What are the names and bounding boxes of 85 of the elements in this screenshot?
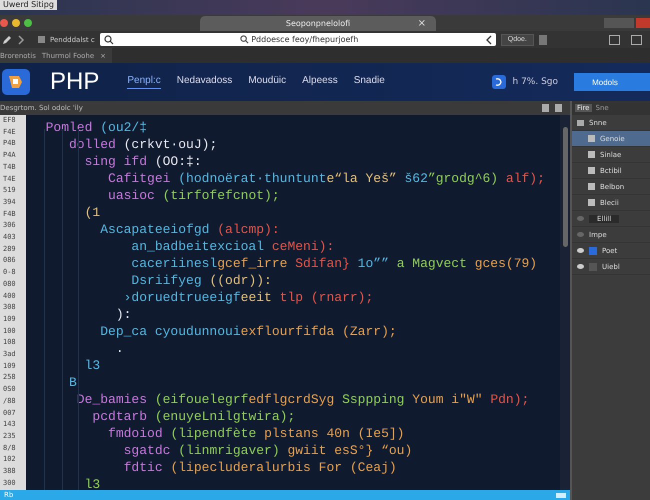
code-token: (hodnoërat·thuntunt [178, 170, 326, 186]
code-token: gcef_irre [217, 256, 288, 270]
code-token: Youm i"W" [412, 392, 484, 406]
search-icon [104, 34, 114, 44]
code-token: (lipendfète [170, 426, 258, 440]
code-token: e“la Yeš” [326, 170, 398, 186]
code-token: dolled [68, 136, 117, 152]
address-field[interactable]: Pddoesce feoy/fhepurjoefh [100, 33, 496, 46]
code-token: pcdtarb [91, 408, 148, 424]
code-token: Pdn); [490, 392, 530, 406]
code-token: sing ifd [84, 154, 148, 168]
code-token: For (Ceaj) [318, 460, 397, 474]
code-token: Cafitgei [107, 170, 172, 186]
code-token: 1o”” [358, 256, 390, 270]
code-token: š62 [404, 170, 428, 186]
nav-link[interactable]: Alpeess [302, 75, 338, 89]
scroll-thumb[interactable] [562, 127, 568, 247]
pencil-icon[interactable] [2, 34, 12, 44]
code-token: (crkvt·ouJ); [124, 136, 218, 152]
nav-link[interactable]: Nedavadoss [176, 75, 232, 89]
close-light-icon[interactable] [0, 19, 8, 27]
code-token: ((odr)): [209, 272, 272, 288]
code-token: ”grodg^6) [428, 170, 500, 186]
code-token: cyoudunnoui [154, 324, 241, 338]
code-token: (enuyeLnilgtwira); [154, 408, 296, 424]
code-token: . [114, 340, 124, 356]
code-token: Ssppping [342, 392, 406, 406]
code-token: caceriinesl [130, 256, 218, 270]
code-token: sgatdc [122, 442, 172, 458]
forward-icon[interactable] [17, 34, 25, 44]
logo-icon[interactable] [0, 67, 32, 97]
code-token: l3 [84, 476, 100, 492]
code-token: (ou2/‡ [100, 120, 148, 134]
code-token: (1 [84, 204, 100, 220]
nav-link[interactable]: Snadie [354, 75, 385, 89]
code-token: (linmrigaver) [178, 442, 281, 458]
code-token: Ascapateeiofgd [99, 222, 210, 236]
code-token: (OO:‡: [154, 154, 202, 168]
toolbar-square-icon[interactable] [538, 34, 547, 44]
code-token: Pomled [44, 120, 94, 134]
code-token: an_badbeitexcioal [130, 238, 266, 254]
code-token: gwiit esS°} “ou) [287, 442, 412, 458]
chat-icon[interactable] [490, 74, 506, 90]
code-token: ›doruedtrueeigf [122, 290, 241, 304]
code-token: l3 [84, 358, 100, 372]
code-token: tlp (rnarr); [280, 290, 374, 304]
address-text: Pddoesce feoy/fhepurjoefh [251, 35, 358, 44]
site-logo[interactable]: PHP [50, 68, 100, 96]
code-token: Dsriifyeg [130, 272, 203, 288]
code-token: uasioc [107, 188, 156, 202]
code-token: fmdoiod [107, 426, 164, 440]
code-token: (alcmp): [217, 222, 280, 236]
folder-icon [577, 120, 584, 126]
back-icon[interactable] [484, 34, 492, 44]
code-token: a Magvect [396, 256, 468, 270]
code-token: ceMeni): [272, 238, 334, 254]
eye-icon[interactable] [577, 264, 584, 269]
header-button[interactable]: Modols [574, 73, 636, 91]
code-token: (tirfofefcnot); [162, 188, 280, 202]
close-icon[interactable]: × [418, 18, 426, 30]
search-icon [240, 35, 250, 44]
code-token: gces(79) [474, 256, 538, 270]
status-icon [556, 492, 566, 498]
browser-tab[interactable]: Seoponpnelolofi × [200, 16, 436, 31]
code-token: ): [114, 306, 132, 322]
code-token: plstans 40n (Ie5]) [264, 426, 404, 440]
code-token: alf); [506, 170, 545, 186]
zoom-light-icon[interactable] [24, 19, 32, 27]
tab-title: Seoponpnelolofi [286, 19, 350, 28]
window-label: Uwerd Sitipg [0, 0, 57, 10]
code-token: (eifouelegrf [154, 392, 248, 406]
code-token: fda (Zarr); [310, 324, 397, 338]
code-token: Dep_ca [99, 324, 148, 338]
code-token: Sdifan} [295, 256, 351, 270]
nav-link[interactable]: Penpl:c [127, 75, 161, 89]
code-token: exflourfi [240, 324, 311, 338]
site-stat: h 7%. Sgo [512, 77, 558, 87]
code-token: fdtic [122, 460, 164, 474]
eye-icon[interactable] [577, 248, 584, 253]
code-token: B [68, 374, 77, 390]
minimize-light-icon[interactable] [12, 19, 20, 27]
code-token: eeit [240, 290, 273, 304]
code-token: (lipecluderalurbis [170, 460, 312, 474]
nav-link[interactable]: Moudüic [248, 75, 286, 89]
code-token: edflgcrdSyg [248, 392, 336, 406]
